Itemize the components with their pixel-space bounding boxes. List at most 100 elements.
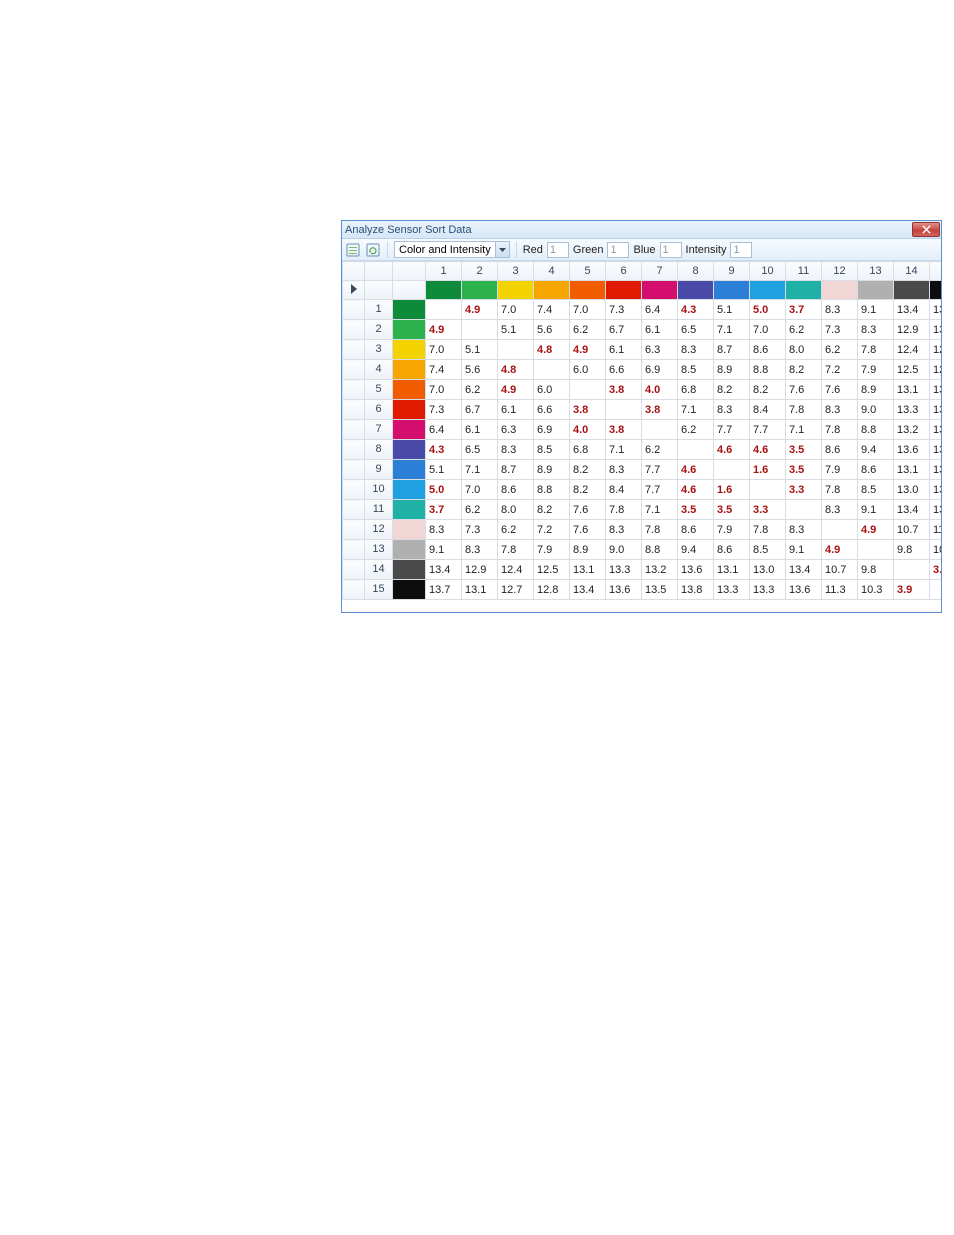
data-cell[interactable]: 6.3 — [498, 420, 534, 440]
data-cell[interactable]: 4.3 — [426, 440, 462, 460]
data-cell[interactable]: 7.8 — [498, 540, 534, 560]
data-cell[interactable]: 6.2 — [822, 340, 858, 360]
data-cell[interactable]: 8.0 — [498, 500, 534, 520]
data-cell[interactable]: 3.3 — [786, 480, 822, 500]
data-cell[interactable]: 6.2 — [570, 320, 606, 340]
column-header[interactable]: 9 — [714, 262, 750, 281]
data-cell[interactable]: 8.4 — [750, 400, 786, 420]
data-cell[interactable]: 6.0 — [570, 360, 606, 380]
data-cell[interactable]: 6.6 — [606, 360, 642, 380]
data-cell[interactable]: 8.3 — [786, 520, 822, 540]
data-cell[interactable]: 8.8 — [858, 420, 894, 440]
data-cell[interactable]: 8.3 — [678, 340, 714, 360]
data-cell[interactable]: 13.4 — [426, 560, 462, 580]
data-cell[interactable]: 8.2 — [570, 460, 606, 480]
data-cell[interactable]: 7.0 — [426, 380, 462, 400]
data-cell[interactable]: 12.9 — [894, 320, 930, 340]
data-cell[interactable]: 4.6 — [678, 460, 714, 480]
data-cell[interactable]: 8.8 — [534, 480, 570, 500]
data-cell[interactable]: 6.2 — [678, 420, 714, 440]
column-header[interactable]: 7 — [642, 262, 678, 281]
table-row[interactable]: 95.17.18.78.98.28.37.74.61.63.57.98.613.… — [343, 460, 942, 480]
data-cell[interactable]: 6.2 — [498, 520, 534, 540]
table-row[interactable]: 1413.412.912.412.513.113.313.213.613.113… — [343, 560, 942, 580]
data-cell[interactable]: 12.5 — [894, 360, 930, 380]
data-cell[interactable]: 13.4 — [930, 380, 942, 400]
red-input[interactable] — [547, 242, 569, 258]
data-cell[interactable]: 7.7 — [642, 460, 678, 480]
green-input[interactable] — [607, 242, 629, 258]
data-cell[interactable]: 6.1 — [642, 320, 678, 340]
data-cell[interactable]: 8.9 — [858, 380, 894, 400]
data-cell[interactable]: 7.9 — [534, 540, 570, 560]
data-cell[interactable]: 7.4 — [534, 300, 570, 320]
data-cell[interactable] — [930, 580, 942, 600]
data-cell[interactable]: 6.4 — [426, 420, 462, 440]
data-cell[interactable]: 13.8 — [930, 440, 942, 460]
data-cell[interactable]: 4.9 — [426, 320, 462, 340]
data-cell[interactable]: 8.3 — [462, 540, 498, 560]
data-cell[interactable]: 8.3 — [426, 520, 462, 540]
data-cell[interactable]: 11.3 — [930, 520, 942, 540]
column-header[interactable] — [343, 262, 365, 281]
data-cell[interactable]: 8.4 — [606, 480, 642, 500]
data-cell[interactable]: 13.3 — [750, 580, 786, 600]
export-icon[interactable] — [345, 242, 361, 258]
data-cell[interactable]: 7.7 — [750, 420, 786, 440]
column-header[interactable]: 6 — [606, 262, 642, 281]
row-handle[interactable] — [343, 340, 365, 360]
data-cell[interactable]: 7.1 — [786, 420, 822, 440]
data-cell[interactable]: 6.8 — [570, 440, 606, 460]
data-cell[interactable]: 3.3 — [750, 500, 786, 520]
data-cell[interactable]: 5.6 — [534, 320, 570, 340]
data-cell[interactable]: 12.5 — [534, 560, 570, 580]
data-cell[interactable]: 3.5 — [786, 440, 822, 460]
data-cell[interactable]: 7.2 — [822, 360, 858, 380]
data-cell[interactable]: 8.2 — [714, 380, 750, 400]
data-cell[interactable]: 8.6 — [858, 460, 894, 480]
data-cell[interactable] — [678, 440, 714, 460]
data-cell[interactable]: 5.0 — [426, 480, 462, 500]
data-cell[interactable]: 6.4 — [642, 300, 678, 320]
data-cell[interactable]: 8.7 — [714, 340, 750, 360]
titlebar[interactable]: Analyze Sensor Sort Data — [342, 221, 941, 239]
data-cell[interactable]: 13.6 — [930, 500, 942, 520]
table-row[interactable]: 67.36.76.16.63.83.87.18.38.47.88.39.013.… — [343, 400, 942, 420]
data-cell[interactable]: 4.9 — [822, 540, 858, 560]
close-button[interactable] — [912, 222, 940, 237]
data-cell[interactable]: 13.1 — [714, 560, 750, 580]
row-selector[interactable] — [343, 281, 365, 300]
data-cell[interactable]: 9.0 — [858, 400, 894, 420]
data-cell[interactable]: 12.9 — [462, 560, 498, 580]
data-cell[interactable]: 12.8 — [534, 580, 570, 600]
data-cell[interactable]: 9.4 — [858, 440, 894, 460]
data-cell[interactable]: 9.1 — [786, 540, 822, 560]
table-row[interactable]: 139.18.37.87.98.99.08.89.48.68.59.14.99.… — [343, 540, 942, 560]
column-header[interactable]: 2 — [462, 262, 498, 281]
data-cell[interactable]: 6.9 — [642, 360, 678, 380]
row-handle[interactable] — [343, 440, 365, 460]
data-cell[interactable]: 8.6 — [822, 440, 858, 460]
row-handle[interactable] — [343, 320, 365, 340]
data-cell[interactable]: 13.1 — [894, 380, 930, 400]
data-cell[interactable]: 4.6 — [678, 480, 714, 500]
data-cell[interactable] — [570, 380, 606, 400]
row-handle[interactable] — [343, 580, 365, 600]
data-cell[interactable]: 13.4 — [570, 580, 606, 600]
data-cell[interactable]: 5.1 — [462, 340, 498, 360]
dropdown-button[interactable] — [495, 242, 509, 257]
data-cell[interactable]: 13.8 — [678, 580, 714, 600]
data-cell[interactable]: 4.3 — [678, 300, 714, 320]
data-cell[interactable]: 13.3 — [930, 460, 942, 480]
row-handle[interactable] — [343, 300, 365, 320]
data-cell[interactable]: 1.6 — [750, 460, 786, 480]
data-cell[interactable]: 13.0 — [894, 480, 930, 500]
data-cell[interactable]: 7.4 — [426, 360, 462, 380]
data-cell[interactable]: 8.0 — [786, 340, 822, 360]
column-header[interactable]: 12 — [822, 262, 858, 281]
data-cell[interactable]: 6.2 — [786, 320, 822, 340]
data-cell[interactable]: 9.4 — [678, 540, 714, 560]
table-row[interactable]: 47.45.64.86.06.66.98.58.98.88.27.27.912.… — [343, 360, 942, 380]
row-handle[interactable] — [343, 360, 365, 380]
data-cell[interactable] — [714, 460, 750, 480]
